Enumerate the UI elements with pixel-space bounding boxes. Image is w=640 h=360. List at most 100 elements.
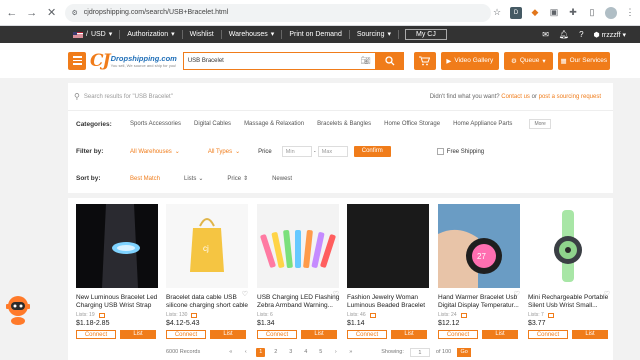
wishlist-heart-icon[interactable]: ♡: [333, 290, 339, 298]
connect-button[interactable]: Connect: [257, 330, 297, 339]
video-gallery-button[interactable]: ▶ Video Gallery: [440, 51, 499, 70]
product-card[interactable]: Fashion Jewelry Woman Luminous Beaded Br…: [347, 204, 431, 360]
page-input[interactable]: 1: [409, 347, 430, 357]
product-title[interactable]: Bracelet data cable USB silicone chargin…: [166, 294, 250, 310]
topbar-wishlist[interactable]: Wishlist: [183, 30, 222, 39]
list-button[interactable]: List: [120, 330, 156, 339]
product-title[interactable]: Mini Rechargeable Portable Silent Usb Wr…: [528, 294, 612, 310]
site-info-icon[interactable]: ⚙: [71, 9, 77, 17]
search-button[interactable]: [375, 51, 404, 70]
sort-best-match[interactable]: Best Match: [130, 176, 160, 182]
product-image[interactable]: [528, 204, 610, 288]
post-sourcing-link[interactable]: post a sourcing request: [539, 94, 601, 100]
star-icon[interactable]: ☆: [491, 7, 503, 19]
address-bar[interactable]: ⚙ cjdropshipping.com/search/USB+Bracelet…: [65, 3, 491, 22]
cj-logo[interactable]: CJ Dropshipping.com You sell, We source …: [90, 51, 177, 71]
next-page-icon[interactable]: ›: [331, 348, 340, 357]
topbar-sourcing[interactable]: Sourcing ▾: [350, 30, 399, 39]
category-digital-cables[interactable]: Digital Cables: [194, 121, 231, 127]
page-5[interactable]: 5: [316, 348, 325, 357]
puzzle-icon[interactable]: ✚: [567, 7, 579, 19]
last-page-icon[interactable]: »: [346, 348, 355, 357]
bell-icon[interactable]: 🔔︎: [559, 30, 569, 39]
connect-button[interactable]: Connect: [528, 330, 568, 339]
prev-page-icon[interactable]: ‹: [241, 348, 250, 357]
product-image[interactable]: [347, 204, 429, 288]
user-menu[interactable]: ⬢ rrzzzff ▾: [594, 31, 626, 39]
category-menu-button[interactable]: [68, 51, 86, 70]
chatbot-assistant-icon[interactable]: [4, 292, 32, 328]
cart-button[interactable]: [413, 51, 436, 70]
topbar-authorization[interactable]: Authorization ▾: [120, 30, 183, 39]
message-icon[interactable]: ✉: [542, 30, 549, 39]
sort-price[interactable]: Price ⇕: [227, 175, 248, 183]
page-2[interactable]: 2: [271, 348, 280, 357]
product-image[interactable]: [76, 204, 158, 288]
product-title[interactable]: Hand Warmer Bracelet Usb Digital Display…: [438, 294, 522, 310]
product-card[interactable]: cj ♡ Bracelet data cable USB silicone ch…: [166, 204, 250, 360]
free-shipping-checkbox[interactable]: Free Shipping: [436, 148, 484, 155]
product-card[interactable]: ♡ USB Charging LED Flashing Zebra Armban…: [257, 204, 341, 360]
page-3[interactable]: 3: [286, 348, 295, 357]
go-button[interactable]: Go: [457, 347, 472, 357]
price-max-input[interactable]: Max: [317, 146, 348, 157]
product-card[interactable]: 27 ♡ Hand Warmer Bracelet Usb Digital Di…: [438, 204, 522, 360]
connect-button[interactable]: Connect: [438, 330, 478, 339]
sidepanel-icon[interactable]: ▯: [586, 7, 598, 19]
topbar-print-on-demand[interactable]: Print on Demand: [282, 30, 350, 39]
wishlist-heart-icon[interactable]: ♡: [514, 290, 520, 298]
product-card[interactable]: New Luminous Bracelet Led Charging USB W…: [76, 204, 160, 360]
metamask-icon[interactable]: ◆: [529, 7, 541, 19]
currency-selector[interactable]: / USD ▾: [66, 30, 121, 39]
our-services-button[interactable]: ▦ Our Services: [557, 51, 610, 70]
product-card[interactable]: ♡ Mini Rechargeable Portable Silent Usb …: [528, 204, 612, 360]
wishlist-heart-icon[interactable]: ♡: [604, 290, 610, 298]
list-button[interactable]: List: [391, 330, 427, 339]
category-home-office-storage[interactable]: Home Office Storage: [384, 121, 440, 127]
extension-icon[interactable]: ▣: [548, 7, 560, 19]
category-bracelets-bangles[interactable]: Bracelets & Bangles: [317, 121, 371, 127]
queue-button[interactable]: ⚙ Queue ▾: [503, 51, 553, 70]
help-icon[interactable]: ?: [579, 30, 583, 39]
kebab-menu-icon[interactable]: ⋮: [624, 7, 636, 19]
connect-button[interactable]: Connect: [166, 330, 206, 339]
types-dropdown[interactable]: All Types ⌄: [208, 148, 240, 156]
close-loading-icon[interactable]: ✕: [44, 5, 60, 21]
list-button[interactable]: List: [210, 330, 246, 339]
my-cj-button[interactable]: My CJ: [405, 29, 447, 40]
product-title[interactable]: USB Charging LED Flashing Zebra Armband …: [257, 294, 341, 310]
topbar-warehouses[interactable]: Warehouses ▾: [222, 30, 283, 39]
product-title[interactable]: New Luminous Bracelet Led Charging USB W…: [76, 294, 160, 310]
profile-avatar[interactable]: [605, 6, 617, 19]
camera-icon[interactable]: 📷︎: [361, 56, 371, 65]
page-4[interactable]: 4: [301, 348, 310, 357]
wishlist-heart-icon[interactable]: ♡: [242, 290, 248, 298]
price-min-input[interactable]: Min: [281, 146, 312, 157]
forward-arrow-icon[interactable]: →: [24, 5, 40, 21]
list-button[interactable]: List: [301, 330, 337, 339]
connect-button[interactable]: Connect: [347, 330, 387, 339]
connect-button[interactable]: Connect: [76, 330, 116, 339]
sort-lists[interactable]: Lists ⌄: [184, 175, 203, 183]
list-button[interactable]: List: [572, 330, 608, 339]
warehouses-dropdown[interactable]: All Warehouses ⌄: [130, 148, 180, 156]
back-arrow-icon[interactable]: ←: [4, 5, 20, 21]
category-massage-relaxation[interactable]: Massage & Relaxation: [244, 121, 304, 127]
confirm-price-button[interactable]: Confirm: [353, 146, 391, 157]
product-grid: New Luminous Bracelet Led Charging USB W…: [68, 198, 613, 360]
product-image[interactable]: cj: [166, 204, 248, 288]
search-within-input[interactable]: Search results for "USB Bracelet": [84, 94, 173, 100]
sort-newest[interactable]: Newest: [272, 176, 292, 182]
more-categories-button[interactable]: More: [529, 119, 551, 129]
category-sports-accessories[interactable]: Sports Accessories: [130, 121, 181, 127]
product-title[interactable]: Fashion Jewelry Woman Luminous Beaded Br…: [347, 294, 431, 310]
contact-us-link[interactable]: Contact us: [501, 94, 530, 100]
first-page-icon[interactable]: «: [226, 348, 235, 357]
product-image[interactable]: [257, 204, 339, 288]
category-home-appliance-parts[interactable]: Home Appliance Parts: [453, 121, 512, 127]
page-1[interactable]: 1: [256, 347, 266, 357]
extension-d-icon[interactable]: D: [510, 6, 522, 19]
search-input[interactable]: USB Bracelet 📷︎: [182, 51, 376, 70]
product-image[interactable]: 27: [438, 204, 520, 288]
list-button[interactable]: List: [482, 330, 518, 339]
